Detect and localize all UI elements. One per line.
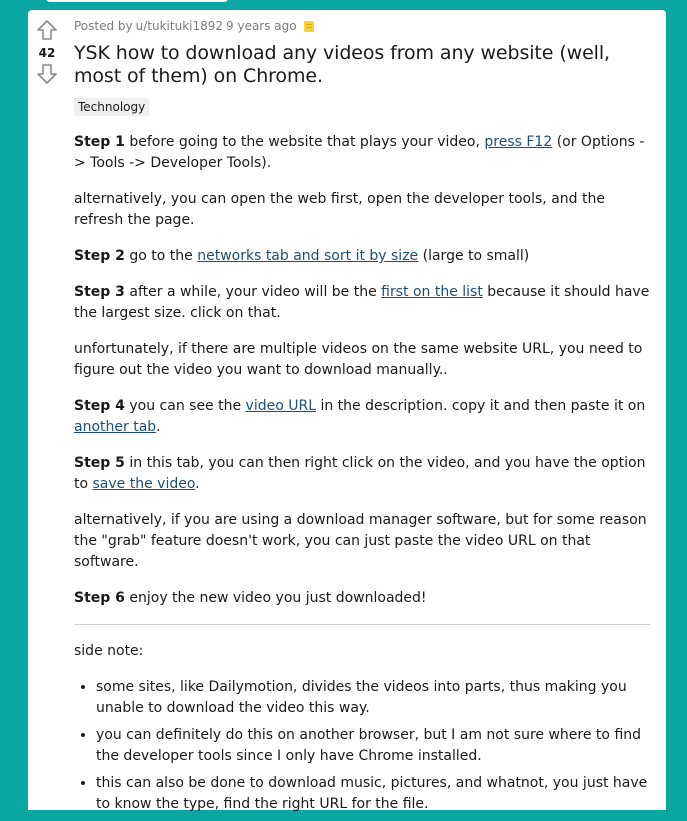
step-text: . [156, 419, 161, 435]
step-6: Step 6 enjoy the new video you just down… [74, 588, 650, 609]
save-video-link[interactable]: save the video [93, 476, 196, 492]
list-item: some sites, like Dailymotion, divides th… [96, 677, 650, 719]
step-text: go to the [124, 248, 198, 264]
post-title[interactable]: YSK how to download any videos from any … [74, 42, 650, 88]
alternative-paragraph-1: alternatively, you can open the web firs… [74, 191, 605, 228]
post-body: Step 1 before going to the website that … [74, 132, 650, 815]
alternative-paragraph-2: alternatively, if you are using a downlo… [74, 512, 647, 570]
step-text: . [195, 476, 200, 492]
post-card: 42 Posted by u/tukituki1892 9 years ago … [28, 10, 666, 812]
flair-badge[interactable]: Technology [74, 98, 150, 116]
upvote-arrow-icon[interactable] [35, 18, 59, 42]
another-tab-link[interactable]: another tab [74, 419, 156, 435]
step-label: Step 4 [74, 398, 125, 414]
vote-column: 42 [28, 10, 66, 86]
step-text: before going to the website that plays y… [124, 134, 485, 150]
unfortunately-paragraph: unfortunately, if there are multiple vid… [74, 341, 643, 378]
step-1: Step 1 before going to the website that … [74, 132, 650, 174]
divider [74, 624, 650, 625]
top-pill [46, 0, 228, 2]
step-label: Step 6 [74, 590, 125, 606]
press-f12-link[interactable]: press F12 [484, 134, 552, 150]
step-text: enjoy the new video you just downloaded! [124, 590, 427, 606]
side-notes-list: some sites, like Dailymotion, divides th… [74, 677, 650, 815]
first-on-list-link[interactable]: first on the list [381, 284, 483, 300]
step-text: you can see the [124, 398, 246, 414]
list-item: you can definitely do this on another br… [96, 725, 650, 767]
side-note-label: side note: [74, 643, 144, 659]
post-content: Posted by u/tukituki1892 9 years ago YSK… [74, 10, 650, 821]
downvote-arrow-icon[interactable] [35, 62, 59, 86]
step-2: Step 2 go to the networks tab and sort i… [74, 246, 650, 267]
step-label: Step 3 [74, 284, 125, 300]
author-link[interactable]: u/tukituki1892 [136, 19, 223, 33]
step-label: Step 1 [74, 134, 125, 150]
networks-tab-link[interactable]: networks tab and sort it by size [197, 248, 418, 264]
step-3: Step 3 after a while, your video will be… [74, 282, 650, 324]
step-text: after a while, your video will be the [124, 284, 382, 300]
award-icon[interactable] [303, 20, 314, 32]
step-text: (large to small) [418, 248, 530, 264]
step-label: Step 5 [74, 455, 125, 471]
list-item: this can also be done to download music,… [96, 773, 650, 815]
post-time[interactable]: 9 years ago [226, 19, 297, 33]
vote-count: 42 [38, 46, 56, 60]
step-label: Step 2 [74, 248, 125, 264]
post-meta: Posted by u/tukituki1892 9 years ago [74, 18, 650, 34]
step-5: Step 5 in this tab, you can then right c… [74, 453, 650, 495]
step-text: in the description. copy it and then pas… [316, 398, 646, 414]
step-4: Step 4 you can see the video URL in the … [74, 396, 650, 438]
posted-by-label: Posted by [74, 19, 133, 33]
video-url-link[interactable]: video URL [246, 398, 316, 414]
